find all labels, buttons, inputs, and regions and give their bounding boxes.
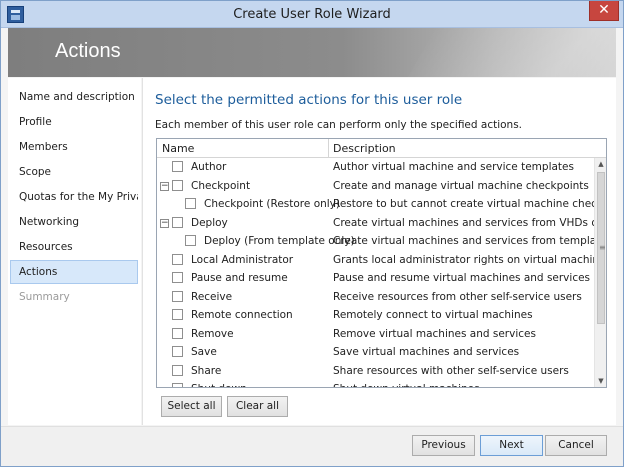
action-checkbox[interactable]	[172, 272, 183, 283]
collapse-icon[interactable]: −	[160, 218, 169, 228]
action-name: Share	[191, 364, 222, 377]
action-row[interactable]: Local Administrator Grants local administ…	[157, 251, 594, 270]
actions-grid: Name Description Author Author virtual ma…	[156, 138, 607, 388]
action-name: Local Administrator	[191, 253, 294, 266]
column-header-name[interactable]: Name	[162, 142, 194, 155]
action-row[interactable]: Deploy (From template only) Create virtua…	[157, 232, 594, 251]
nav-step-networking[interactable]: Networking	[10, 210, 138, 234]
action-name: Shut down	[191, 383, 247, 387]
close-icon: ✕	[598, 2, 610, 18]
action-row[interactable]: − Checkpoint Create and manage virtual mac…	[157, 177, 594, 196]
action-name: Save	[191, 346, 217, 358]
action-description: Shut down virtual machines	[333, 383, 594, 387]
action-description: Remotely connect to virtual machines	[333, 309, 533, 321]
wizard-footer: Previous Next Cancel	[1, 426, 623, 466]
cancel-button[interactable]: Cancel	[545, 435, 607, 456]
wizard-window: Create User Role Wizard ✕ Actions Name a…	[0, 0, 624, 467]
column-divider[interactable]	[328, 139, 329, 157]
grid-header: Name Description	[157, 139, 606, 158]
action-row[interactable]: Receive Receive resources from other self…	[157, 288, 594, 307]
action-description: Pause and resume virtual machines and se…	[333, 272, 591, 284]
action-checkbox[interactable]	[172, 216, 183, 228]
close-button[interactable]: ✕	[589, 1, 619, 21]
action-row[interactable]: Shut down Shut down virtual machines	[157, 380, 594, 387]
action-row[interactable]: Share Share resources with other self-ser…	[157, 362, 594, 381]
collapse-icon[interactable]: −	[160, 181, 169, 191]
action-description: Grants local administrator rights on vir…	[333, 253, 594, 266]
action-name: Pause and resume	[191, 272, 288, 284]
action-checkbox[interactable]	[185, 198, 196, 209]
action-checkbox[interactable]	[172, 179, 183, 191]
scroll-up-icon[interactable]: ▲	[595, 158, 606, 170]
action-description: Create and manage virtual machine checkp…	[333, 179, 589, 192]
nav-step-quotas-for-the-my-private[interactable]: Quotas for the My Private...	[10, 185, 138, 209]
grip-icon: ≡	[599, 243, 606, 252]
action-name: Author	[191, 161, 227, 173]
previous-button[interactable]: Previous	[412, 435, 475, 456]
action-name: Receive	[191, 290, 233, 303]
nav-step-members[interactable]: Members	[10, 135, 138, 159]
action-name: Checkpoint	[191, 179, 251, 192]
nav-step-name-and-description[interactable]: Name and description	[10, 85, 138, 109]
section-description: Each member of this user role can perfor…	[155, 119, 523, 131]
action-checkbox[interactable]	[172, 290, 183, 302]
action-checkbox[interactable]	[172, 364, 183, 376]
scroll-thumb[interactable]: ≡	[597, 172, 606, 324]
nav-step-resources[interactable]: Resources	[10, 235, 138, 259]
grid-rows: Author Author virtual machine and service…	[157, 158, 594, 387]
action-row[interactable]: Remove Remove virtual machines and servic…	[157, 325, 594, 344]
main-panel: Select the permitted actions for this us…	[142, 78, 616, 425]
action-checkbox[interactable]	[172, 346, 183, 357]
action-description: Author virtual machine and service templ…	[333, 161, 574, 173]
action-description: Receive resources from other self-servic…	[333, 290, 582, 303]
action-row[interactable]: − Deploy Create virtual machines and servi…	[157, 214, 594, 233]
action-name: Deploy	[191, 216, 228, 229]
nav-step-summary: Summary	[19, 291, 70, 303]
action-description: Save virtual machines and services	[333, 346, 520, 358]
next-button[interactable]: Next	[480, 435, 543, 456]
page-banner: Actions	[8, 28, 616, 77]
action-row[interactable]: Author Author virtual machine and service…	[157, 158, 594, 177]
action-row[interactable]: Pause and resume Pause and resume virtual…	[157, 269, 594, 288]
section-heading: Select the permitted actions for this us…	[155, 92, 463, 108]
window-title: Create User Role Wizard	[233, 7, 391, 22]
action-name: Remote connection	[191, 309, 293, 321]
action-description: Create virtual machines and services fro…	[333, 235, 594, 247]
action-row[interactable]: Save Save virtual machines and services	[157, 343, 594, 362]
clear-all-button[interactable]: Clear all	[227, 396, 288, 417]
nav-step-scope[interactable]: Scope	[10, 160, 138, 184]
action-name: Checkpoint (Restore only)	[204, 198, 340, 210]
action-checkbox[interactable]	[172, 253, 183, 265]
select-all-button[interactable]: Select all	[161, 396, 222, 417]
action-row[interactable]: Checkpoint (Restore only) Restore to but …	[157, 195, 594, 214]
action-checkbox[interactable]	[172, 161, 183, 172]
action-checkbox[interactable]	[172, 309, 183, 320]
title-bar[interactable]: Create User Role Wizard ✕	[1, 1, 623, 28]
action-checkbox[interactable]	[172, 327, 183, 339]
action-name: Remove	[191, 327, 234, 340]
column-header-description[interactable]: Description	[333, 142, 396, 155]
nav-step-actions[interactable]: Actions	[10, 260, 138, 284]
vertical-scrollbar[interactable]: ▲ ≡ ▼	[594, 158, 606, 387]
wizard-step-nav: Name and description Profile Members Scope Q…	[8, 78, 141, 425]
action-description: Restore to but cannot create virtual mac…	[333, 198, 594, 210]
action-checkbox[interactable]	[185, 235, 196, 246]
scroll-down-icon[interactable]: ▼	[595, 375, 606, 387]
action-description: Create virtual machines and services fro…	[333, 216, 594, 229]
action-description: Share resources with other self-service …	[333, 364, 569, 377]
page-title: Actions	[55, 40, 121, 62]
action-row[interactable]: Remote connection Remotely connect to vir…	[157, 306, 594, 325]
nav-step-profile[interactable]: Profile	[10, 110, 138, 134]
action-description: Remove virtual machines and services	[333, 327, 536, 340]
action-checkbox[interactable]	[172, 383, 183, 387]
